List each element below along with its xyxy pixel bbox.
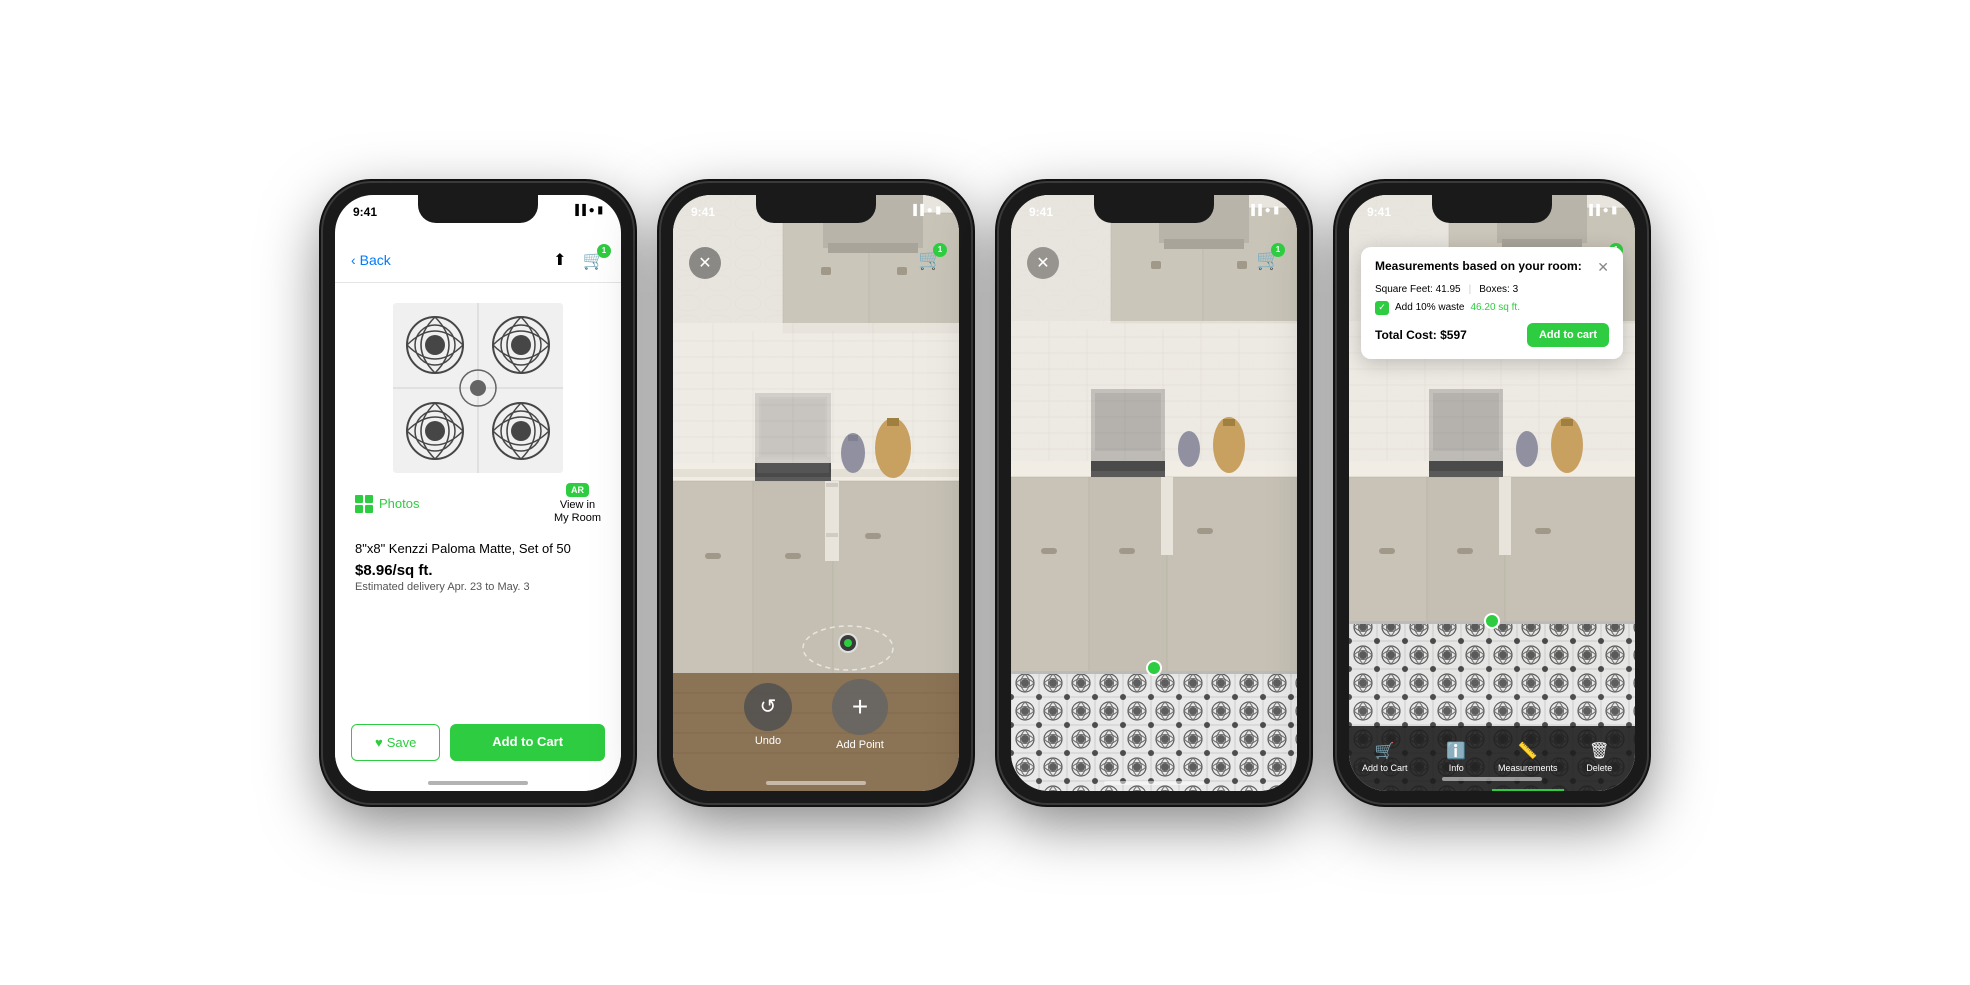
waste-sqft: 46.20 sq ft. <box>1471 302 1520 313</box>
status-time-2: 9:41 <box>691 205 715 219</box>
status-icons-4: ▐▐ ● ▮ <box>1586 205 1617 216</box>
photos-grid-icon <box>355 495 373 513</box>
ar-view-button[interactable]: AR View inMy Room <box>554 483 601 525</box>
popup-waste-row: ✓ Add 10% waste 46.20 sq ft. <box>1375 301 1609 315</box>
popup-divider: | <box>1469 284 1472 295</box>
phone-3: 9:41 ▐▐ ● ▮ ✕ 🛒 1 <box>999 183 1309 803</box>
back-label: Back <box>360 252 391 268</box>
product-info: 8"x8" Kenzzi Paloma Matte, Set of 50 $8.… <box>335 533 621 601</box>
ar-close-button-2[interactable]: ✕ <box>689 247 721 279</box>
undo-label: Undo <box>755 735 781 747</box>
tab-add-to-cart[interactable]: 🛒 Add to Cart <box>1349 726 1421 791</box>
tab-info[interactable]: ℹ️ Info <box>1421 726 1493 791</box>
popup-close-button[interactable]: ✕ <box>1597 259 1609 276</box>
phone1-content: ‹ Back ⬆ 🛒 1 <box>335 239 621 791</box>
home-indicator-4 <box>1442 777 1542 781</box>
popup-header: Measurements based on your room: ✕ <box>1375 259 1609 276</box>
tab-measurements[interactable]: 📏 Measurements <box>1492 726 1564 791</box>
phone-2-screen: 9:41 ▐▐ ● ▮ ✕ 🛒 1 ↺ Undo <box>673 195 959 791</box>
phone-4: 9:41 ▐▐ ● ▮ ✕ 🛒 1 Measurements based on … <box>1337 183 1647 803</box>
popup-add-to-cart-button[interactable]: Add to cart <box>1527 323 1609 347</box>
status-icons-1: ▐▐ ● ▮ <box>572 205 603 216</box>
action-buttons: ♥ Save Add to Cart <box>351 724 605 761</box>
photos-label: Photos <box>379 496 419 511</box>
status-icons-3: ▐▐ ● ▮ <box>1248 205 1279 216</box>
phone-3-screen: 9:41 ▐▐ ● ▮ ✕ 🛒 1 <box>1011 195 1297 791</box>
undo-button[interactable]: ↺ <box>744 683 792 731</box>
phone-4-screen: 9:41 ▐▐ ● ▮ ✕ 🛒 1 Measurements based on … <box>1349 195 1635 791</box>
chevron-left-icon: ‹ <box>351 252 356 268</box>
info-tab-icon: ℹ️ <box>1446 741 1466 761</box>
measurements-popup: Measurements based on your room: ✕ Squar… <box>1361 247 1623 359</box>
status-time-3: 9:41 <box>1029 205 1053 219</box>
add-to-cart-button[interactable]: Add to Cart <box>450 724 605 761</box>
tile-image-svg <box>393 303 563 473</box>
undo-control[interactable]: ↺ Undo <box>744 683 792 747</box>
waste-checkbox[interactable]: ✓ <box>1375 301 1389 315</box>
save-label: Save <box>387 735 417 750</box>
status-icons-2: ▐▐ ● ▮ <box>910 205 941 216</box>
kitchen-svg-3 <box>1011 195 1297 791</box>
phones-container: 9:41 ▐▐ ● ▮ ‹ Back ⬆ 🛒 1 <box>263 143 1707 843</box>
view-options: Photos AR View inMy Room <box>335 483 621 533</box>
tab-measurements-label: Measurements <box>1498 763 1558 773</box>
add-point-button[interactable]: + <box>832 679 888 735</box>
ar-controls-2: ↺ Undo + Add Point <box>673 679 959 751</box>
product-price: $8.96/sq ft. <box>355 562 601 579</box>
status-bar-3: 9:41 ▐▐ ● ▮ <box>1011 195 1297 239</box>
ar-cart-icon-2[interactable]: 🛒 1 <box>918 247 943 272</box>
cart-icon-wrap[interactable]: 🛒 1 <box>583 250 605 271</box>
product-delivery: Estimated delivery Apr. 23 to May. 3 <box>355 581 601 593</box>
heart-icon: ♥ <box>375 735 383 750</box>
camera-background-3 <box>1011 195 1297 791</box>
measurements-tab-icon: 📏 <box>1518 741 1538 761</box>
home-indicator-2 <box>766 781 866 785</box>
ar-close-button-3[interactable]: ✕ <box>1027 247 1059 279</box>
product-image-area <box>335 283 621 483</box>
save-button[interactable]: ♥ Save <box>351 724 440 761</box>
add-point-control[interactable]: + Add Point <box>832 679 888 751</box>
ar-badge: AR <box>566 483 589 497</box>
status-bar-4: 9:41 ▐▐ ● ▮ <box>1349 195 1635 239</box>
back-button[interactable]: ‹ Back <box>351 252 391 268</box>
phone-2: 9:41 ▐▐ ● ▮ ✕ 🛒 1 ↺ Undo <box>661 183 971 803</box>
cart-badge-3: 1 <box>1271 243 1285 257</box>
nav-bar-1: ‹ Back ⬆ 🛒 1 <box>335 239 621 283</box>
status-time-4: 9:41 <box>1367 205 1391 219</box>
cart-badge-1: 1 <box>597 244 611 258</box>
status-time-1: 9:41 <box>353 205 377 219</box>
notch-1 <box>418 195 538 223</box>
popup-title: Measurements based on your room: <box>1375 259 1582 275</box>
tab-info-label: Info <box>1449 763 1464 773</box>
tab-delete[interactable]: 🗑 Delete <box>1564 726 1636 791</box>
home-indicator-3 <box>1104 781 1204 785</box>
square-feet-value: Square Feet: 41.95 <box>1375 284 1461 295</box>
phone-1: 9:41 ▐▐ ● ▮ ‹ Back ⬆ 🛒 1 <box>323 183 633 803</box>
cart-badge-2: 1 <box>933 243 947 257</box>
status-bar-2: 9:41 ▐▐ ● ▮ <box>673 195 959 239</box>
nav-icons: ⬆ 🛒 1 <box>553 250 605 271</box>
product-image <box>393 303 563 473</box>
product-title: 8"x8" Kenzzi Paloma Matte, Set of 50 <box>355 541 601 558</box>
share-icon[interactable]: ⬆ <box>553 250 566 271</box>
ar-label: View inMy Room <box>554 499 601 525</box>
waste-label: Add 10% waste <box>1395 302 1465 313</box>
boxes-value: Boxes: 3 <box>1479 284 1518 295</box>
popup-total-row: Total Cost: $597 Add to cart <box>1375 323 1609 347</box>
cart-tab-icon: 🛒 <box>1375 741 1395 761</box>
tab-delete-label: Delete <box>1586 763 1612 773</box>
ar-tab-bar: 🛒 Add to Cart ℹ️ Info 📏 Measurements 🗑 D… <box>1349 726 1635 791</box>
delete-tab-icon: 🗑 <box>1589 741 1609 761</box>
add-point-label: Add Point <box>836 739 884 751</box>
popup-measurements-row: Square Feet: 41.95 | Boxes: 3 <box>1375 284 1609 295</box>
undo-icon: ↺ <box>760 694 777 719</box>
phone-1-screen: 9:41 ▐▐ ● ▮ ‹ Back ⬆ 🛒 1 <box>335 195 621 791</box>
total-cost: Total Cost: $597 <box>1375 328 1467 342</box>
home-indicator-1 <box>428 781 528 785</box>
photos-button[interactable]: Photos <box>355 495 419 513</box>
tab-add-to-cart-label: Add to Cart <box>1362 763 1408 773</box>
ar-cart-icon-3[interactable]: 🛒 1 <box>1256 247 1281 272</box>
plus-icon: + <box>852 691 868 723</box>
